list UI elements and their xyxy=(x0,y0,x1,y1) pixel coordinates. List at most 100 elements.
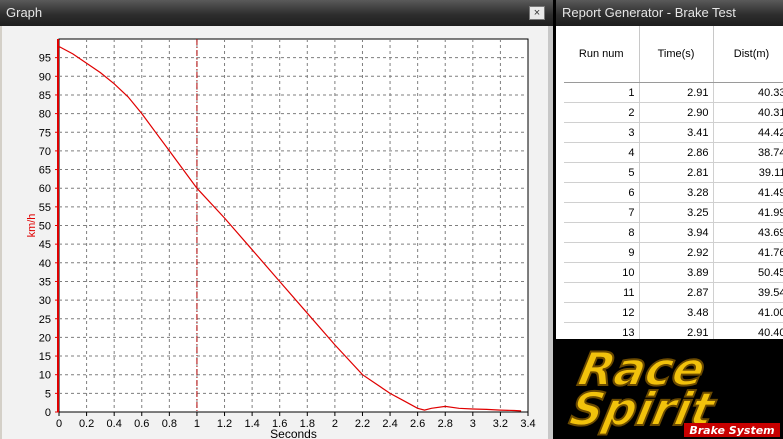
cell-run-num: 9 xyxy=(564,242,640,263)
cell-time: 3.25 xyxy=(639,202,714,223)
cell-dist: 40.31 xyxy=(713,102,783,123)
x-tick-label: 0.4 xyxy=(107,418,122,430)
y-tick-label: 15 xyxy=(39,351,51,363)
cell-run-num: 7 xyxy=(564,202,640,223)
close-button[interactable]: × xyxy=(529,6,545,20)
y-tick-label: 55 xyxy=(39,202,51,214)
graph-window: Graph × 0 0.2 0.4 0.6 0.8 1 1.2 1.4 1.6 1.8 2 2.2 2.… xyxy=(0,0,553,439)
table-row[interactable]: 12 3.48 41.00 xyxy=(564,302,783,323)
cell-run-num: 2 xyxy=(564,102,640,123)
y-tick-label: 40 xyxy=(39,258,51,270)
x-tick-label: 1 xyxy=(194,418,200,430)
cell-dist: 39.54 xyxy=(713,282,783,303)
cell-run-num: 10 xyxy=(564,262,640,283)
logo-tagline: Brake System xyxy=(689,424,774,437)
report-titlebar[interactable]: Report Generator - Brake Test xyxy=(556,0,783,26)
cell-run-num: 3 xyxy=(564,122,640,143)
x-tick-label: 0.6 xyxy=(134,418,149,430)
cell-dist: 40.33 xyxy=(713,82,783,103)
x-tick-label: 3.4 xyxy=(520,418,535,430)
table-row[interactable]: 8 3.94 43.69 xyxy=(564,222,783,243)
column-header-dist[interactable]: Dist(m) xyxy=(713,26,783,83)
y-tick-label: 30 xyxy=(39,295,51,307)
table-row[interactable]: 6 3.28 41.49 xyxy=(564,182,783,203)
column-header-run-num[interactable]: Run num xyxy=(564,26,640,83)
cell-time: 2.91 xyxy=(639,82,714,103)
table-row[interactable]: 7 3.25 41.99 xyxy=(564,202,783,223)
cell-time: 3.89 xyxy=(639,262,714,283)
y-tick-label: 25 xyxy=(39,314,51,326)
cell-dist: 41.99 xyxy=(713,202,783,223)
y-tick-label: 70 xyxy=(39,146,51,158)
table-row[interactable]: 10 3.89 50.45 xyxy=(564,262,783,283)
cell-dist: 41.49 xyxy=(713,182,783,203)
x-tick-label: 2.2 xyxy=(355,418,370,430)
x-tick-label: 1.2 xyxy=(217,418,232,430)
table-row[interactable]: 4 2.86 38.74 xyxy=(564,142,783,163)
cell-run-num: 6 xyxy=(564,182,640,203)
y-tick-label: 5 xyxy=(45,388,51,400)
table-header-row: Run num Time(s) Dist(m) xyxy=(564,26,783,83)
race-spirit-logo: Race Spirit Brake System xyxy=(556,339,783,439)
speed-chart: 0 0.2 0.4 0.6 0.8 1 1.2 1.4 1.6 1.8 2 2.2 2.4 2.6 2.8 3… xyxy=(26,38,536,439)
table-row[interactable]: 3 3.41 44.42 xyxy=(564,122,783,143)
x-tick-label: 0.8 xyxy=(162,418,177,430)
x-axis-label: Seconds xyxy=(270,427,317,439)
y-tick-label: 50 xyxy=(39,221,51,233)
y-tick-label: 75 xyxy=(39,127,51,139)
cell-time: 2.90 xyxy=(639,102,714,123)
y-tick-label: 45 xyxy=(39,239,51,251)
cell-dist: 44.42 xyxy=(713,122,783,143)
report-window: Report Generator - Brake Test Run num Ti… xyxy=(556,0,783,343)
x-tick-label: 2.8 xyxy=(438,418,453,430)
y-axis-label: km/h xyxy=(26,214,38,238)
table-row[interactable]: 5 2.81 39.11 xyxy=(564,162,783,183)
runs-table: Run num Time(s) Dist(m) 1 2.91 40.33 2 2.90 4… xyxy=(564,26,783,343)
x-tick-label: 2.6 xyxy=(410,418,425,430)
y-tick-label: 95 xyxy=(39,53,51,65)
cell-time: 3.41 xyxy=(639,122,714,143)
graph-scrollbar[interactable] xyxy=(548,26,553,439)
x-tick-label: 2.4 xyxy=(382,418,397,430)
column-header-time[interactable]: Time(s) xyxy=(639,26,714,83)
x-tick-label: 1.4 xyxy=(244,418,259,430)
cell-dist: 38.74 xyxy=(713,142,783,163)
graph-panel: 0 0.2 0.4 0.6 0.8 1 1.2 1.4 1.6 1.8 2 2.2 2.4 2.6 2.8 3… xyxy=(2,26,548,439)
table-row[interactable]: 9 2.92 41.76 xyxy=(564,242,783,263)
cell-time: 2.86 xyxy=(639,142,714,163)
cell-time: 2.81 xyxy=(639,162,714,183)
x-tick-label: 2 xyxy=(332,418,338,430)
cell-time: 2.87 xyxy=(639,282,714,303)
cell-run-num: 5 xyxy=(564,162,640,183)
cell-dist: 41.00 xyxy=(713,302,783,323)
graph-title: Graph xyxy=(6,5,43,20)
y-tick-label: 60 xyxy=(39,183,51,195)
y-tick-label: 65 xyxy=(39,165,51,177)
x-tick-label: 3 xyxy=(470,418,476,430)
cell-run-num: 8 xyxy=(564,222,640,243)
cell-time: 3.94 xyxy=(639,222,714,243)
cell-dist: 43.69 xyxy=(713,222,783,243)
table-row[interactable]: 11 2.87 39.54 xyxy=(564,282,783,303)
y-tick-label: 10 xyxy=(39,370,51,382)
x-tick-label: 0.2 xyxy=(79,418,94,430)
cell-run-num: 12 xyxy=(564,302,640,323)
cell-dist: 50.45 xyxy=(713,262,783,283)
cell-time: 3.28 xyxy=(639,182,714,203)
cell-time: 3.48 xyxy=(639,302,714,323)
x-tick-label: 3.2 xyxy=(493,418,508,430)
y-tick-label: 85 xyxy=(39,90,51,102)
graph-titlebar[interactable]: Graph × xyxy=(0,0,553,26)
table-row[interactable]: 2 2.90 40.31 xyxy=(564,102,783,123)
y-tick-label: 80 xyxy=(39,109,51,121)
cell-run-num: 11 xyxy=(564,282,640,303)
table-row[interactable]: 1 2.91 40.33 xyxy=(564,82,783,103)
y-tick-label: 35 xyxy=(39,276,51,288)
y-tick-label: 90 xyxy=(39,71,51,83)
cell-time: 2.92 xyxy=(639,242,714,263)
cell-dist: 39.11 xyxy=(713,162,783,183)
cell-run-num: 4 xyxy=(564,142,640,163)
cell-run-num: 1 xyxy=(564,82,640,103)
y-tick-label: 0 xyxy=(45,407,51,419)
cell-dist: 41.76 xyxy=(713,242,783,263)
